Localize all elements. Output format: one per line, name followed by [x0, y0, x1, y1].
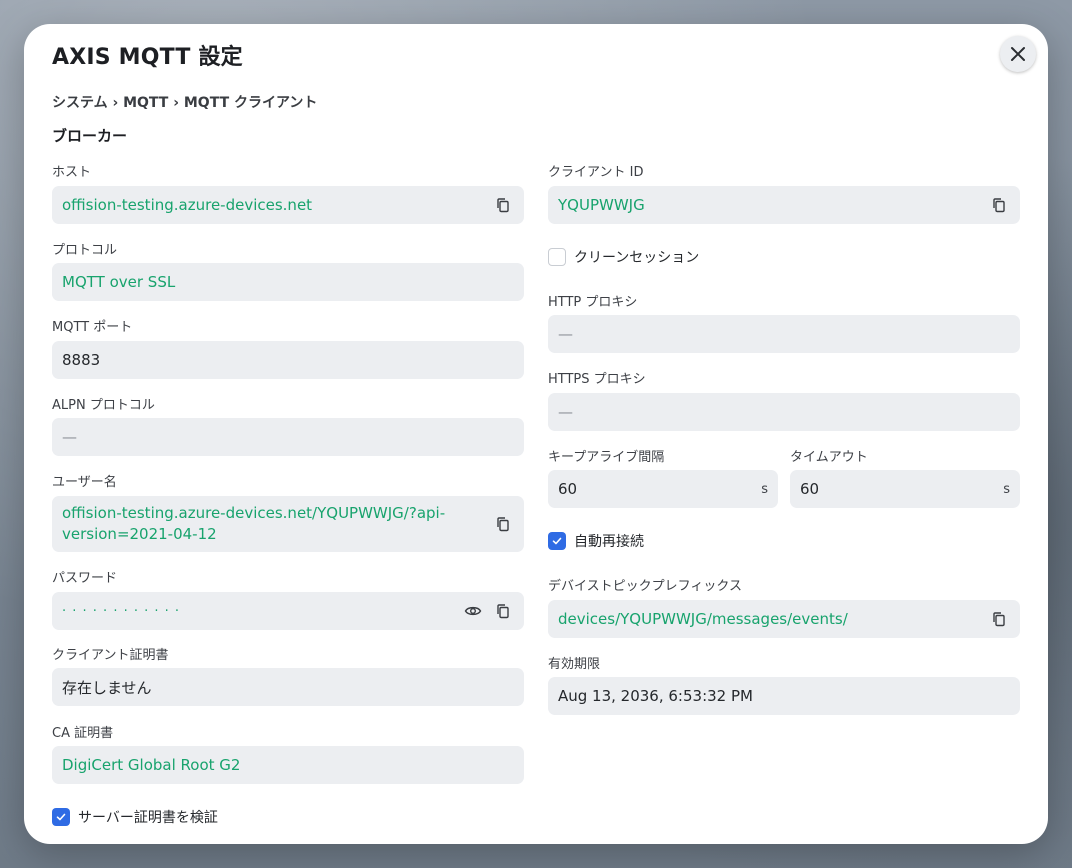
password-label: パスワード	[52, 571, 118, 586]
alpn-label: ALPN プロトコル	[52, 398, 155, 413]
http-proxy-field[interactable]: —	[548, 315, 1020, 353]
show-password-button[interactable]	[462, 600, 484, 622]
protocol-value: MQTT over SSL	[62, 273, 176, 291]
client-cert-field[interactable]: 存在しません	[52, 668, 524, 706]
auto-reconnect-label: 自動再接続	[574, 534, 644, 550]
timeout-label: タイムアウト	[790, 450, 868, 465]
copy-username-button[interactable]	[492, 513, 514, 535]
auto-reconnect-row[interactable]: 自動再接続	[548, 531, 644, 551]
breadcrumb: システム › MQTT › MQTT クライアント	[52, 95, 318, 111]
client-id-field[interactable]: YQUPWWJG	[548, 186, 1020, 224]
http-proxy-value: —	[558, 325, 573, 343]
alpn-value: —	[62, 428, 77, 446]
ca-cert-value: DigiCert Global Root G2	[62, 756, 241, 774]
copy-icon	[993, 198, 1005, 213]
verify-cert-row[interactable]: サーバー証明書を検証	[52, 807, 218, 827]
expiry-field[interactable]: Aug 13, 2036, 6:53:32 PM	[548, 677, 1020, 715]
eye-icon	[464, 606, 482, 616]
clean-session-checkbox[interactable]	[548, 248, 566, 266]
timeout-unit: s	[1003, 481, 1010, 497]
port-value: 8883	[62, 351, 101, 369]
username-label: ユーザー名	[52, 475, 117, 490]
check-icon	[56, 813, 66, 821]
client-cert-label: クライアント証明書	[52, 648, 169, 663]
username-field[interactable]: offision-testing.azure-devices.net/YQUPW…	[52, 496, 524, 552]
verify-cert-checkbox[interactable]	[52, 808, 70, 826]
copy-password-button[interactable]	[492, 600, 514, 622]
password-value: · · · · · · · · · · · ·	[62, 603, 181, 619]
verify-cert-label: サーバー証明書を検証	[78, 810, 218, 826]
host-value: offision-testing.azure-devices.net	[62, 196, 313, 214]
dialog-title: AXIS MQTT 設定	[52, 45, 243, 70]
clean-session-label: クリーンセッション	[574, 250, 700, 266]
timeout-value: 60	[800, 480, 820, 498]
copy-host-button[interactable]	[492, 194, 514, 216]
copy-icon	[497, 198, 509, 213]
password-field[interactable]: · · · · · · · · · · · ·	[52, 592, 524, 630]
protocol-field[interactable]: MQTT over SSL	[52, 263, 524, 301]
mqtt-settings-dialog: AXIS MQTT 設定 システム › MQTT › MQTT クライアント ブ…	[24, 24, 1048, 844]
username-value: offision-testing.azure-devices.net/YQUPW…	[62, 504, 446, 543]
https-proxy-label: HTTPS プロキシ	[548, 372, 646, 387]
copy-client-id-button[interactable]	[988, 194, 1010, 216]
port-label: MQTT ポート	[52, 320, 133, 335]
close-button[interactable]	[1000, 36, 1036, 72]
auto-reconnect-checkbox[interactable]	[548, 532, 566, 550]
client-id-value: YQUPWWJG	[558, 196, 645, 214]
alpn-field[interactable]: —	[52, 418, 524, 456]
keepalive-field[interactable]: 60 s	[548, 470, 778, 508]
https-proxy-field[interactable]: —	[548, 393, 1020, 431]
topic-prefix-label: デバイストピックプレフィックス	[548, 579, 742, 594]
keepalive-unit: s	[761, 481, 768, 497]
host-field[interactable]: offision-testing.azure-devices.net	[52, 186, 524, 224]
ca-cert-label: CA 証明書	[52, 726, 114, 741]
copy-icon	[497, 604, 509, 619]
https-proxy-value: —	[558, 403, 573, 421]
ca-cert-field[interactable]: DigiCert Global Root G2	[52, 746, 524, 784]
copy-topic-prefix-button[interactable]	[988, 608, 1010, 630]
host-label: ホスト	[52, 165, 92, 180]
port-field[interactable]: 8883	[52, 341, 524, 379]
check-icon	[552, 537, 562, 545]
timeout-field[interactable]: 60 s	[790, 470, 1020, 508]
client-cert-value: 存在しません	[62, 678, 152, 697]
client-id-label: クライアント ID	[548, 165, 644, 180]
section-heading-broker: ブローカー	[52, 127, 128, 145]
topic-prefix-value: devices/YQUPWWJG/messages/events/	[558, 610, 848, 628]
keepalive-value: 60	[558, 480, 578, 498]
expiry-value: Aug 13, 2036, 6:53:32 PM	[558, 687, 753, 705]
copy-icon	[993, 612, 1005, 627]
http-proxy-label: HTTP プロキシ	[548, 295, 638, 310]
expiry-label: 有効期限	[548, 657, 601, 672]
copy-icon	[497, 517, 509, 532]
protocol-label: プロトコル	[52, 243, 118, 258]
clean-session-row[interactable]: クリーンセッション	[548, 247, 699, 267]
close-icon	[1011, 47, 1025, 61]
keepalive-label: キープアライブ間隔	[548, 450, 665, 465]
topic-prefix-field[interactable]: devices/YQUPWWJG/messages/events/	[548, 600, 1020, 638]
